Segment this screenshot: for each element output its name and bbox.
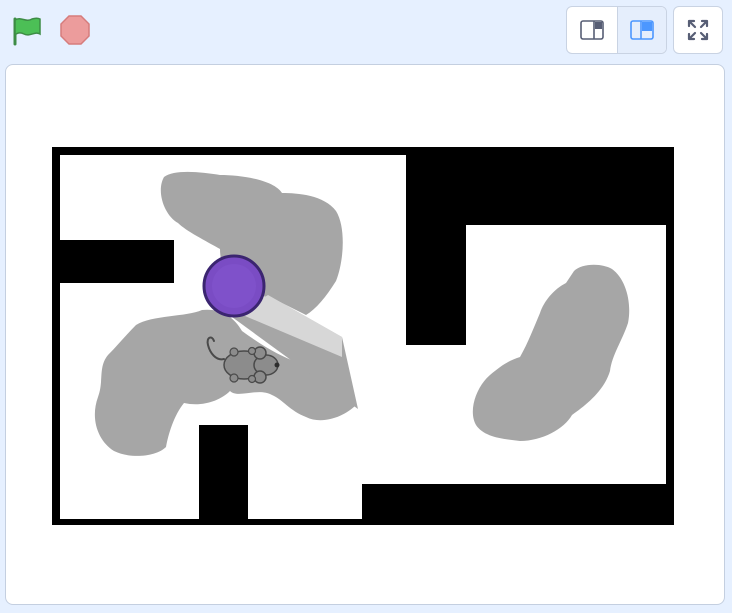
small-stage-layout-icon (579, 20, 604, 40)
stage-toolbar (0, 0, 732, 62)
normal-stage-button[interactable] (616, 7, 666, 53)
normal-stage-layout-icon (629, 20, 654, 40)
fullscreen-button-inner[interactable] (674, 7, 722, 53)
stage[interactable] (5, 64, 725, 605)
stage-layout-toggle (566, 6, 667, 54)
stage-canvas (52, 147, 674, 525)
small-stage-button[interactable] (567, 7, 617, 53)
purple-ball[interactable] (202, 254, 266, 318)
fullscreen-button[interactable] (673, 6, 723, 54)
fullscreen-icon (687, 19, 709, 41)
stop-sign-icon[interactable] (58, 13, 92, 47)
maze-wall-left-ledge (60, 240, 174, 283)
maze-wall-bottom-post (199, 425, 248, 519)
maze-wall-bottom-right (362, 484, 674, 525)
green-flag-icon[interactable] (10, 14, 44, 48)
